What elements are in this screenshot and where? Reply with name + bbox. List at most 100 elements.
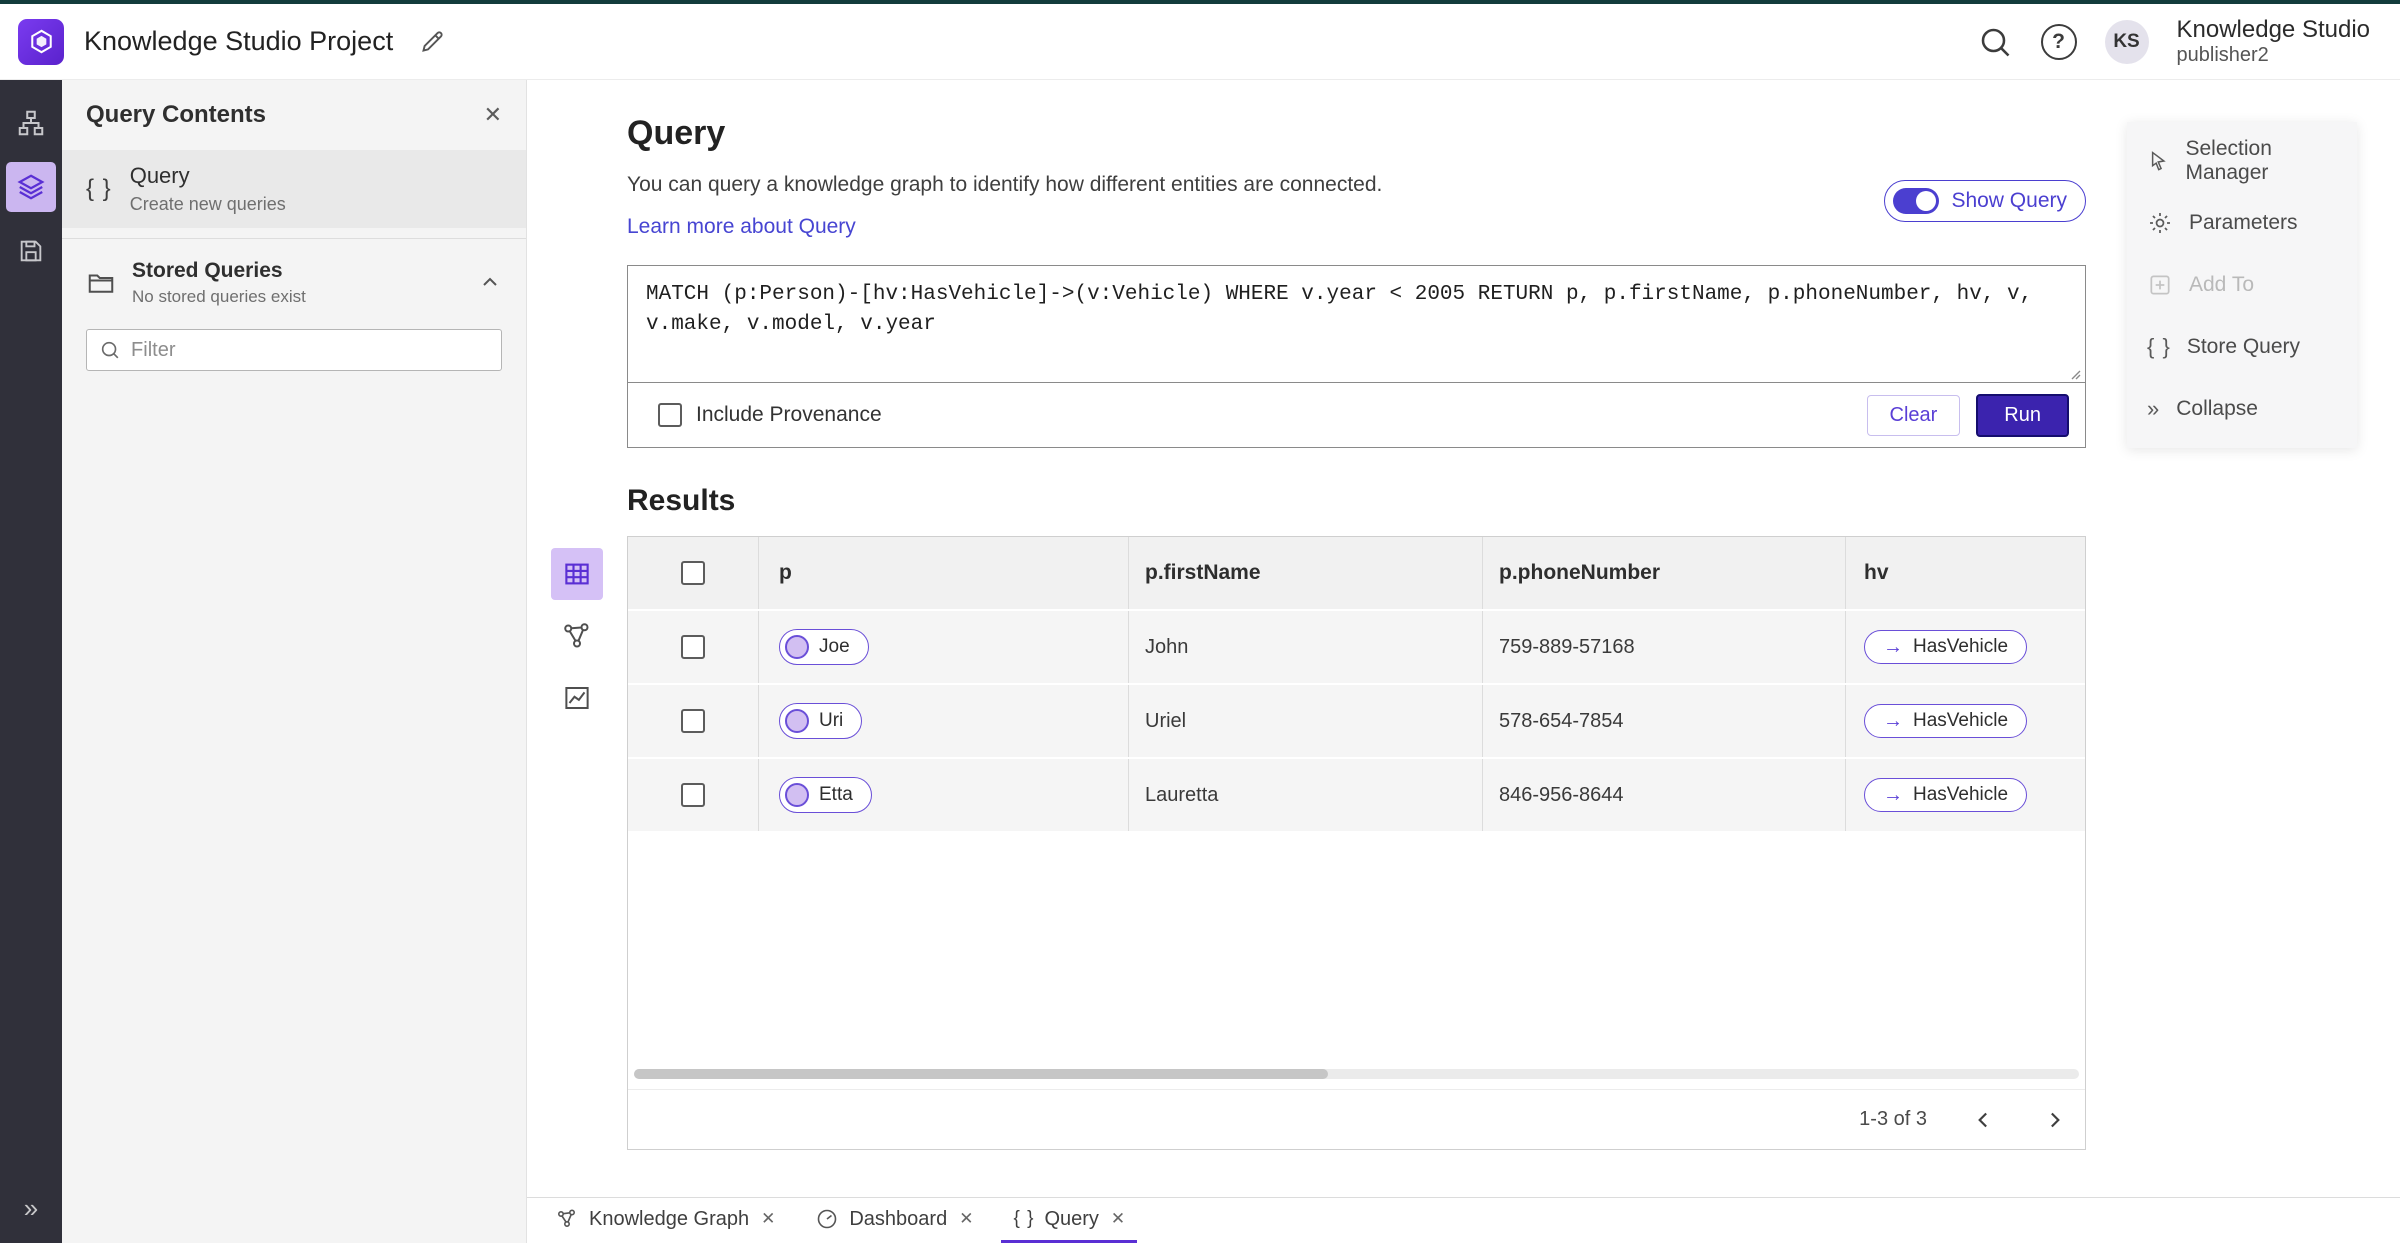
arrow-icon: → [1883,709,1903,732]
horizontal-scrollbar[interactable] [634,1069,2079,1079]
graph-view-icon[interactable] [551,610,603,662]
node-icon [785,709,809,733]
edit-title-icon[interactable] [419,28,446,55]
edge-pill[interactable]: → HasVehicle [1864,778,2028,812]
menu-item-parameters[interactable]: Parameters [2127,192,2357,254]
account-info[interactable]: Knowledge Studio publisher2 [2177,16,2370,67]
tab-dashboard[interactable]: Dashboard ✕ [803,1198,985,1243]
query-contents-panel: Query Contents ✕ { } Query Create new qu… [62,80,527,1243]
toggle-switch[interactable] [1893,188,1940,214]
table-row[interactable]: Joe John 759-889-57168 → HasVehicle [628,611,2085,685]
layers-icon[interactable] [6,162,56,212]
table-header-row: p p.firstName p.phoneNumber hv [628,537,2085,611]
search-icon[interactable] [1977,24,2013,60]
table-row[interactable]: Etta Lauretta 846-956-8644 → HasVehicle [628,759,2085,833]
cell-phonenumber: 759-889-57168 [1482,611,1845,683]
stored-queries-section: Stored Queries No stored queries exist [62,238,526,371]
arrow-icon: → [1883,635,1903,658]
edge-label: HasVehicle [1913,636,2009,657]
show-query-label: Show Query [1951,189,2067,212]
cell-firstname: John [1128,611,1482,683]
app-logo[interactable] [18,18,64,65]
pagination-row: 1-3 of 3 [628,1089,2085,1149]
braces-icon: { } [1013,1208,1035,1229]
query-editor[interactable]: MATCH (p:Person)-[hv:HasVehicle]->(v:Veh… [628,266,2085,383]
table-view-icon[interactable] [551,548,603,600]
add-to-icon [2150,275,2170,295]
node-label: Etta [819,784,853,805]
run-button[interactable]: Run [1976,393,2069,437]
query-description: You can query a knowledge graph to ident… [627,173,1383,196]
cell-phonenumber: 578-654-7854 [1482,685,1845,757]
panel-title: Query Contents [86,101,267,128]
checkbox-box[interactable] [658,403,682,427]
chart-view-icon[interactable] [551,672,603,724]
avatar[interactable]: KS [2104,19,2149,64]
previous-page-icon[interactable] [1971,1107,1997,1133]
account-role: publisher2 [2176,43,2269,66]
tab-query[interactable]: { } Query ✕ [1001,1198,1138,1243]
stored-queries-label: Stored Queries [132,259,283,282]
help-icon[interactable]: ? [2040,23,2077,60]
edge-pill[interactable]: → HasVehicle [1864,630,2028,664]
query-actions-row: Include Provenance Clear Run [628,383,2085,447]
query-item-label: Query [129,163,190,188]
selection-manager-icon [2151,151,2166,171]
dashboard-icon [818,1209,837,1229]
query-list-item[interactable]: { } Query Create new queries [62,150,526,228]
column-header-hv[interactable]: hv [1845,537,2085,609]
filter-input[interactable] [131,338,489,362]
learn-more-link[interactable]: Learn more about Query [627,215,856,239]
results-table: p p.firstName p.phoneNumber hv Joe John … [627,536,2086,1150]
tab-knowledge-graph[interactable]: Knowledge Graph ✕ [543,1198,787,1243]
row-checkbox[interactable] [681,783,705,807]
scrollbar-thumb[interactable] [634,1069,1328,1079]
arrow-icon: → [1883,783,1903,806]
node-pill[interactable]: Uri [779,703,863,739]
column-header-p[interactable]: p [758,537,1128,609]
table-row[interactable]: Uri Uriel 578-654-7854 → HasVehicle [628,685,2085,759]
row-checkbox[interactable] [681,635,705,659]
close-icon[interactable]: ✕ [959,1209,973,1229]
app-root: Knowledge Studio Project ? KS Knowledge … [0,0,2400,1243]
row-checkbox[interactable] [681,709,705,733]
show-query-toggle[interactable]: Show Query [1884,180,2086,222]
project-title: Knowledge Studio Project [84,26,394,56]
include-provenance-checkbox[interactable]: Include Provenance [658,403,882,427]
node-pill[interactable]: Etta [779,777,872,813]
stored-queries-header[interactable]: Stored Queries No stored queries exist [62,249,526,317]
stored-queries-folder-icon [88,274,114,293]
stored-queries-sublabel: No stored queries exist [132,287,306,306]
edge-pill[interactable]: → HasVehicle [1864,704,2028,738]
menu-item-store-query[interactable]: { } Store Query [2127,316,2357,378]
menu-item-selection-manager[interactable]: Selection Manager [2127,130,2357,192]
bottom-tab-bar: Knowledge Graph ✕ Dashboard ✕ { } Query … [527,1197,2400,1243]
table-empty-area [628,833,2085,1069]
node-pill[interactable]: Joe [779,629,869,665]
node-label: Joe [819,636,850,657]
close-icon[interactable]: ✕ [761,1209,775,1229]
save-icon[interactable] [6,226,56,276]
node-icon [785,783,809,807]
column-header-firstname[interactable]: p.firstName [1128,537,1482,609]
toggle-knob [1916,191,1937,211]
cell-firstname: Lauretta [1128,759,1482,831]
close-icon[interactable]: ✕ [1111,1209,1125,1229]
top-bar: Knowledge Studio Project ? KS Knowledge … [0,4,2400,80]
parameters-icon [2150,213,2170,233]
node-icon [785,635,809,659]
select-all-checkbox[interactable] [681,561,705,585]
chevron-up-icon[interactable] [478,271,502,295]
model-tree-icon[interactable] [6,98,56,148]
clear-button[interactable]: Clear [1866,394,1961,436]
close-panel-icon[interactable]: ✕ [484,102,502,128]
filter-box [86,329,502,371]
column-header-phonenumber[interactable]: p.phoneNumber [1482,537,1845,609]
expand-rail-icon[interactable]: » [6,1183,56,1233]
menu-item-add-to: Add To [2127,254,2357,316]
results-title: Results [627,484,736,517]
next-page-icon[interactable] [2041,1107,2067,1133]
menu-item-collapse[interactable]: » Collapse [2127,378,2357,440]
resize-handle[interactable] [2067,366,2081,385]
edge-label: HasVehicle [1913,784,2009,805]
